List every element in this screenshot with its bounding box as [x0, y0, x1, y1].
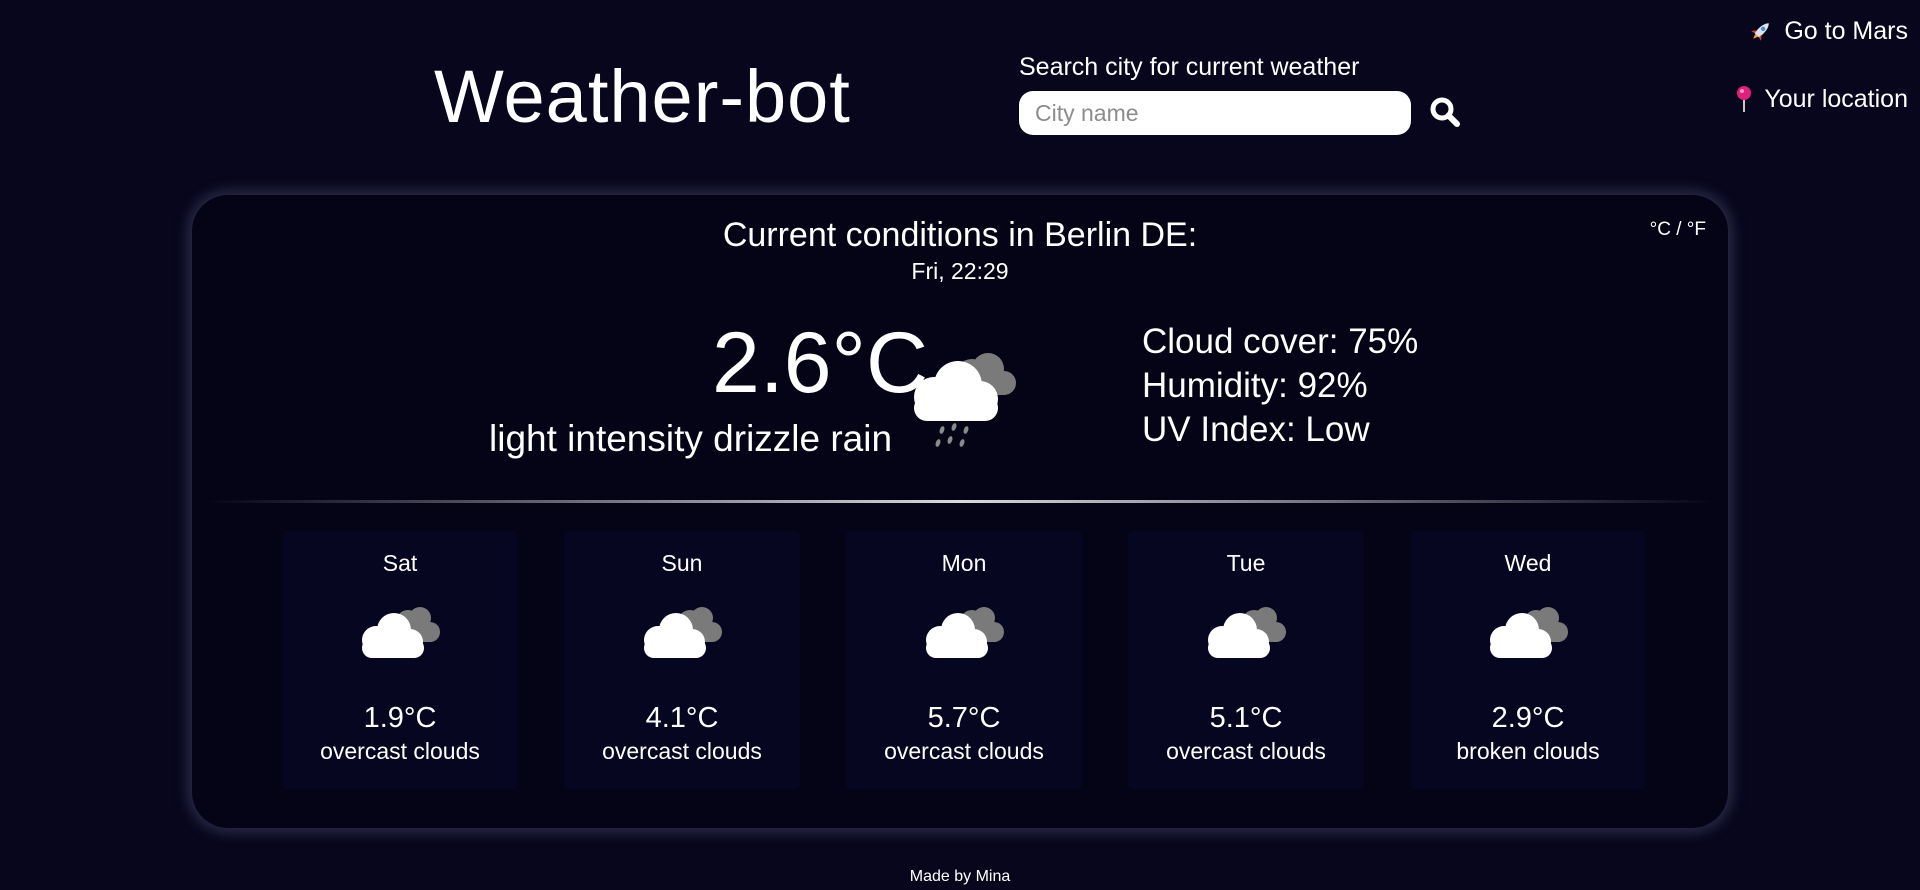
cloud-cover: Cloud cover: 75%	[1142, 322, 1419, 361]
forecast-day-name: Sat	[382, 550, 418, 576]
forecast: Sat 1.9°C overcast clouds Sun 4.1°C over…	[282, 530, 1646, 790]
forecast-description: overcast clouds	[884, 738, 1044, 764]
forecast-day-name: Wed	[1504, 550, 1552, 576]
forecast-day-name: Mon	[941, 550, 987, 576]
your-location-link[interactable]: Your location	[1734, 82, 1908, 116]
drizzle-cloud-icon	[892, 335, 1027, 455]
forecast-day: Sun 4.1°C overcast clouds	[564, 530, 800, 790]
weather-stats: Cloud cover: 75% Humidity: 92% UV Index:…	[1142, 320, 1418, 452]
forecast-day: Tue 5.1°C overcast clouds	[1128, 530, 1364, 790]
forecast-temperature: 5.1°C	[1209, 702, 1283, 734]
uv-index: UV Index: Low	[1142, 410, 1370, 449]
overcast-clouds-icon	[350, 600, 450, 670]
humidity: Humidity: 92%	[1142, 366, 1368, 405]
forecast-temperature: 4.1°C	[645, 702, 719, 734]
overcast-clouds-icon	[1196, 600, 1296, 670]
app-title: Weather-bot	[434, 55, 851, 138]
rocket-icon	[1748, 18, 1774, 44]
forecast-temperature: 1.9°C	[363, 702, 437, 734]
forecast-day-name: Sun	[661, 550, 703, 576]
pushpin-icon	[1734, 85, 1754, 113]
forecast-description: overcast clouds	[602, 738, 762, 764]
city-search-input[interactable]	[1019, 91, 1411, 135]
search-icon	[1430, 97, 1460, 127]
go-to-mars-label: Go to Mars	[1784, 16, 1908, 45]
search-label: Search city for current weather	[1019, 53, 1360, 81]
overcast-clouds-icon	[914, 600, 1014, 670]
forecast-description: broken clouds	[1456, 738, 1600, 764]
forecast-temperature: 2.9°C	[1491, 702, 1565, 734]
search-button[interactable]	[1426, 94, 1464, 132]
overcast-clouds-icon	[632, 600, 732, 670]
go-to-mars-link[interactable]: Go to Mars	[1734, 14, 1908, 48]
conditions-heading: Current conditions in Berlin DE:	[722, 216, 1198, 254]
forecast-day: Mon 5.7°C overcast clouds	[846, 530, 1082, 790]
conditions-time: Fri, 22:29	[911, 258, 1009, 284]
broken-clouds-icon	[1478, 600, 1578, 670]
forecast-day-name: Tue	[1226, 550, 1266, 576]
forecast-day: Sat 1.9°C overcast clouds	[282, 530, 518, 790]
divider	[206, 500, 1714, 503]
forecast-day: Wed 2.9°C broken clouds	[1410, 530, 1646, 790]
current-description: light intensity drizzle rain	[489, 418, 893, 459]
forecast-temperature: 5.7°C	[927, 702, 1001, 734]
your-location-label: Your location	[1764, 84, 1908, 113]
top-links: Go to Mars Your location	[1734, 14, 1908, 150]
current-weather-card: °C / °F Current conditions in Berlin DE:…	[192, 195, 1728, 828]
footer-credit: Made by Mina	[909, 868, 1011, 885]
weather-app: Weather-bot Search city for current weat…	[0, 0, 1920, 890]
forecast-description: overcast clouds	[1166, 738, 1326, 764]
forecast-description: overcast clouds	[320, 738, 480, 764]
